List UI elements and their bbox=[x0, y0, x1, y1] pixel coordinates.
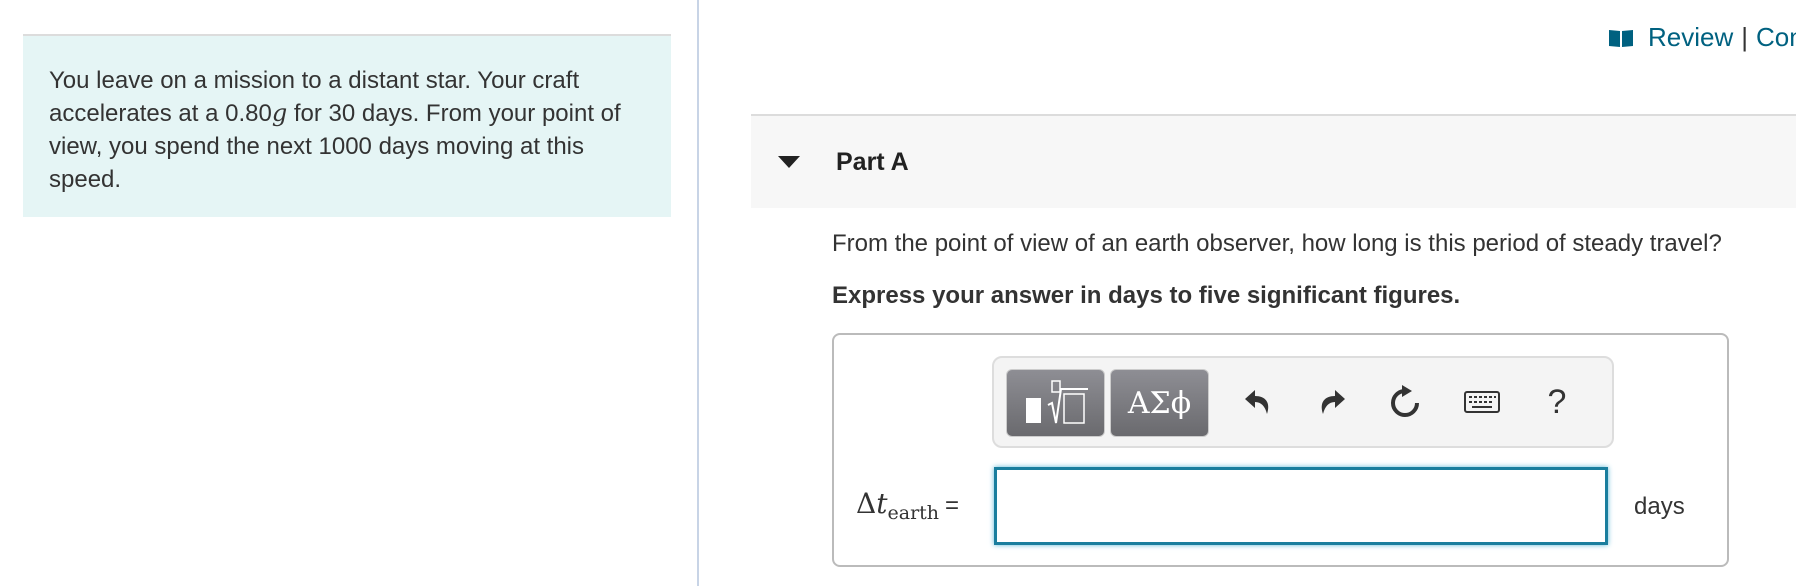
part-title: Part A bbox=[836, 148, 909, 176]
separator: | bbox=[1741, 22, 1749, 52]
help-button[interactable]: ? bbox=[1539, 382, 1575, 422]
units-label: days bbox=[1634, 493, 1685, 520]
undo-button[interactable] bbox=[1240, 382, 1276, 422]
math-symbol-g: g bbox=[271, 99, 288, 127]
question-text: From the point of view of an earth obser… bbox=[832, 230, 1722, 257]
keyboard-button[interactable] bbox=[1464, 382, 1500, 422]
part-a-header[interactable]: Part A bbox=[751, 114, 1796, 208]
constants-link[interactable]: Con bbox=[1756, 22, 1796, 52]
answer-input[interactable] bbox=[994, 467, 1608, 545]
problem-text: You leave on a mission to a distant star… bbox=[49, 67, 621, 193]
undo-icon bbox=[1245, 390, 1269, 414]
header-links: Review |Con bbox=[1608, 22, 1796, 53]
keyboard-icon bbox=[1464, 391, 1500, 413]
review-link[interactable]: Review bbox=[1648, 22, 1733, 52]
redo-icon bbox=[1321, 390, 1345, 414]
symbols-button[interactable]: ΑΣϕ bbox=[1110, 369, 1209, 437]
instruction-text: Express your answer in days to five sign… bbox=[832, 282, 1461, 309]
reset-icon bbox=[1391, 385, 1419, 417]
templates-button[interactable] bbox=[1006, 369, 1105, 437]
templates-icon bbox=[1025, 380, 1088, 424]
collapse-caret-icon[interactable] bbox=[778, 156, 800, 168]
problem-intro: You leave on a mission to a distant star… bbox=[23, 34, 671, 217]
reset-button[interactable] bbox=[1387, 382, 1423, 422]
answer-box: ΑΣϕ ? Δtearth = days bbox=[832, 333, 1729, 567]
math-toolbar: ΑΣϕ ? bbox=[992, 356, 1614, 448]
book-icon bbox=[1609, 30, 1633, 47]
redo-button[interactable] bbox=[1314, 382, 1350, 422]
answer-variable-label: Δtearth = bbox=[856, 487, 960, 524]
column-divider bbox=[697, 0, 699, 586]
